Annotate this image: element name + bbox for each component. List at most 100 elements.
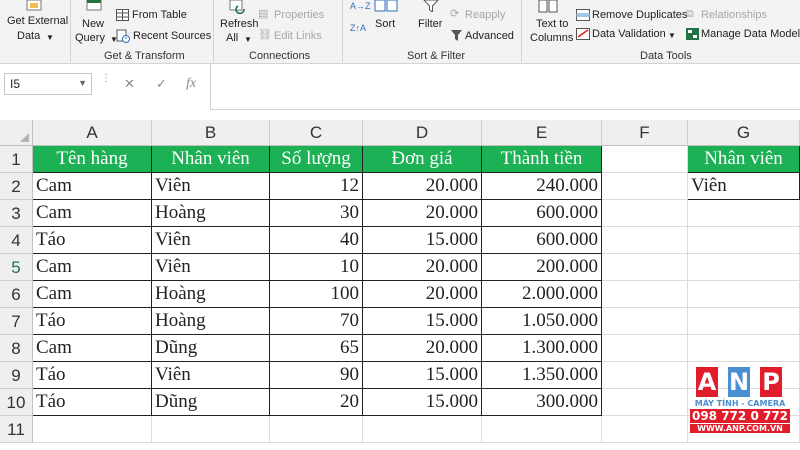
column-header-c[interactable]: C <box>270 120 363 146</box>
table-cell[interactable]: 1.350.000 <box>482 362 602 389</box>
cell[interactable] <box>602 146 688 173</box>
advanced-button[interactable]: Advanced <box>450 29 520 45</box>
cell[interactable] <box>602 254 688 281</box>
table-header-cell[interactable]: Tên hàng <box>33 146 152 173</box>
table-cell[interactable]: Hoàng <box>152 281 270 308</box>
text-to-columns-button[interactable]: Text to Columns <box>526 0 573 46</box>
remove-duplicates-button[interactable]: Remove Duplicates <box>576 8 687 24</box>
table-cell[interactable]: 200.000 <box>482 254 602 281</box>
column-header-d[interactable]: D <box>363 120 482 146</box>
table-cell[interactable]: 100 <box>270 281 363 308</box>
cell[interactable] <box>602 173 688 200</box>
table-cell[interactable]: Táo <box>33 227 152 254</box>
cell[interactable] <box>688 335 800 362</box>
from-table-button[interactable]: From Table <box>116 8 206 24</box>
table-cell[interactable]: Dũng <box>152 389 270 416</box>
row-header-3[interactable]: 3 <box>0 200 33 227</box>
table-cell[interactable]: Táo <box>33 389 152 416</box>
manage-data-model-button[interactable]: Manage Data Model <box>686 27 800 43</box>
cell[interactable] <box>33 416 152 443</box>
column-header-e[interactable]: E <box>482 120 602 146</box>
table-cell[interactable]: 40 <box>270 227 363 254</box>
table-header-cell[interactable]: Nhân viên <box>152 146 270 173</box>
row-header-9[interactable]: 9 <box>0 362 33 389</box>
row-header-5[interactable]: 5 <box>0 254 33 281</box>
sort-az-button[interactable]: A→Z <box>350 0 371 18</box>
cell[interactable] <box>602 308 688 335</box>
cell[interactable] <box>602 416 688 443</box>
cell[interactable] <box>602 335 688 362</box>
table-cell[interactable]: 15.000 <box>363 227 482 254</box>
new-query-button[interactable]: New Query ▼ <box>74 0 118 46</box>
data-validation-button[interactable]: Data Validation ▼ <box>576 27 676 43</box>
table-cell[interactable]: Viên <box>152 362 270 389</box>
table-cell[interactable]: 90 <box>270 362 363 389</box>
table-cell[interactable]: 20.000 <box>363 335 482 362</box>
name-box[interactable]: I5 ▼ <box>4 73 92 95</box>
row-header-10[interactable]: 10 <box>0 389 33 416</box>
table-cell[interactable]: Cam <box>33 254 152 281</box>
cell[interactable] <box>602 362 688 389</box>
row-header-1[interactable]: 1 <box>0 146 33 173</box>
table-cell[interactable]: 70 <box>270 308 363 335</box>
cell[interactable] <box>688 227 800 254</box>
table-cell[interactable]: Cam <box>33 200 152 227</box>
table-cell[interactable]: Viên <box>152 227 270 254</box>
row-header-2[interactable]: 2 <box>0 173 33 200</box>
relationships-button[interactable]: ⧉ Relationships <box>686 8 786 24</box>
filter-button[interactable]: Filter <box>414 0 448 40</box>
edit-links-button[interactable]: ⛓ Edit Links <box>258 29 328 45</box>
table-cell[interactable]: Hoàng <box>152 308 270 335</box>
get-external-data-button[interactable]: Get External Data ▼ <box>2 0 68 46</box>
table-cell[interactable]: 30 <box>270 200 363 227</box>
drag-handle-icon[interactable]: ⋮ <box>101 74 111 92</box>
formula-input[interactable] <box>210 64 800 110</box>
column-header-a[interactable]: A <box>33 120 152 146</box>
table-cell[interactable]: 300.000 <box>482 389 602 416</box>
table-cell[interactable]: Hoàng <box>152 200 270 227</box>
table-cell[interactable]: Viên <box>152 173 270 200</box>
cell[interactable] <box>688 254 800 281</box>
chevron-down-icon[interactable]: ▼ <box>78 78 87 88</box>
cancel-icon[interactable]: ✕ <box>124 76 135 92</box>
cell[interactable] <box>688 281 800 308</box>
table-cell[interactable]: Viên <box>152 254 270 281</box>
table-cell[interactable]: 15.000 <box>363 362 482 389</box>
table-cell[interactable]: 1.300.000 <box>482 335 602 362</box>
table-cell[interactable]: Dũng <box>152 335 270 362</box>
column-header-f[interactable]: F <box>602 120 688 146</box>
table-cell[interactable]: 65 <box>270 335 363 362</box>
cell[interactable] <box>152 416 270 443</box>
table-cell[interactable]: 20.000 <box>363 281 482 308</box>
table-cell[interactable]: 20.000 <box>363 254 482 281</box>
sort-za-button[interactable]: Z↑A <box>350 22 368 40</box>
cell[interactable] <box>602 389 688 416</box>
table-header-cell[interactable]: Đơn giá <box>363 146 482 173</box>
cell[interactable] <box>602 281 688 308</box>
table-cell[interactable]: 10 <box>270 254 363 281</box>
refresh-all-button[interactable]: Refresh All ▼ <box>216 0 259 46</box>
row-header-7[interactable]: 7 <box>0 308 33 335</box>
column-header-g[interactable]: G <box>688 120 800 146</box>
table-cell[interactable]: Táo <box>33 362 152 389</box>
table-cell[interactable]: 20.000 <box>363 173 482 200</box>
cell[interactable] <box>688 200 800 227</box>
select-all-button[interactable] <box>0 120 33 146</box>
cell[interactable] <box>688 308 800 335</box>
column-header-b[interactable]: B <box>152 120 270 146</box>
enter-icon[interactable]: ✓ <box>156 76 167 92</box>
table-cell[interactable]: 20.000 <box>363 200 482 227</box>
table-cell[interactable]: Táo <box>33 308 152 335</box>
table-cell[interactable]: 20 <box>270 389 363 416</box>
cell[interactable] <box>363 416 482 443</box>
reapply-button[interactable]: ⟳ Reapply <box>450 8 520 24</box>
table-header-cell[interactable]: Thành tiền <box>482 146 602 173</box>
criteria-header-cell[interactable]: Nhân viên <box>688 146 800 173</box>
properties-button[interactable]: ▤ Properties <box>258 8 328 24</box>
criteria-value-cell[interactable]: Viên <box>688 173 800 200</box>
table-cell[interactable]: 600.000 <box>482 227 602 254</box>
table-cell[interactable]: 15.000 <box>363 308 482 335</box>
table-cell[interactable]: Cam <box>33 281 152 308</box>
sort-button[interactable]: Sort <box>372 0 402 40</box>
cell[interactable] <box>602 227 688 254</box>
